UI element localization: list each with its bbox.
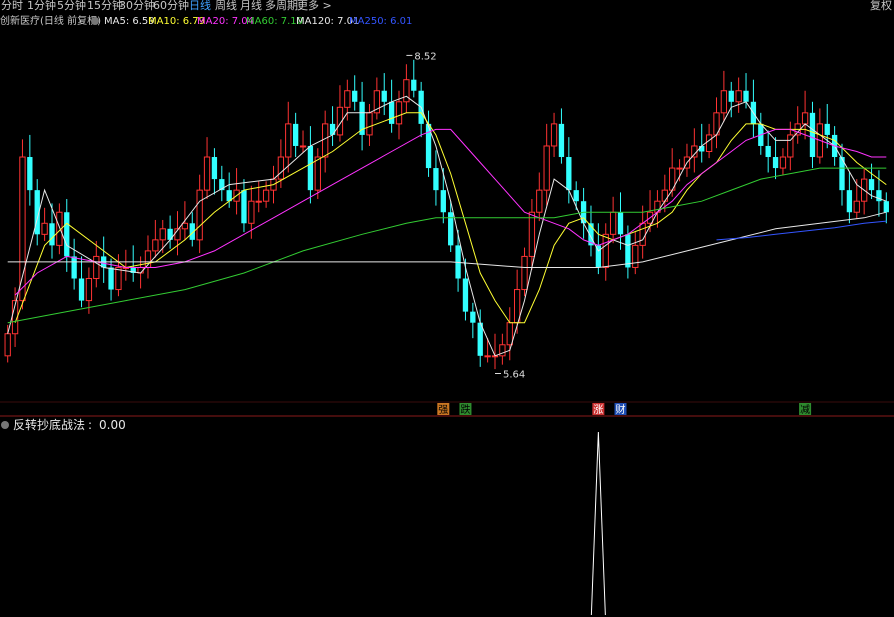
candle-body [292,123,299,146]
candle-body [71,256,77,279]
signal-label: 减 [800,404,810,416]
candle-body [19,156,26,302]
candle-body [801,112,809,125]
candle-body [462,278,469,312]
candle-body [484,355,491,358]
candle-body [108,267,114,290]
candle-body [625,234,631,268]
candle-body [632,244,639,268]
candle-body [743,90,749,102]
candle-body [329,123,336,135]
candle-body [676,167,683,170]
candle-body [78,278,85,301]
candle-body [595,245,602,268]
ma-line-ma5 [7,95,887,357]
candle-body [27,157,33,191]
candle-body [85,278,93,302]
candle-body [255,200,262,203]
candle-body [705,134,713,152]
candle-body [617,212,624,235]
candle-body [285,123,292,158]
candle-body [602,233,609,268]
kline-chart: 8.52 5.64 强跌 涨 财 减 [0,51,894,616]
candle-body [543,145,550,191]
candle-body [241,190,247,224]
indicator-spike [590,431,606,616]
candle-body [558,123,565,158]
candle-body [440,190,446,213]
indicator-title: 反转抄底战法 [13,418,86,432]
signal-label: 跌 [460,403,470,416]
candle-body [521,255,528,291]
candle-body [809,112,816,158]
indicator-settings-icon[interactable] [1,421,9,429]
candle-body [262,189,270,202]
candle-body [824,123,830,135]
ma-line-ma60 [7,167,887,324]
candle-body [381,90,387,102]
indicator-header: 反转抄底战法 : 0.00 [0,418,894,432]
signal-label: 强 [438,404,448,416]
candle-body [550,123,558,147]
low-label: 5.64 [503,369,525,380]
candle-body [728,90,734,102]
indicator-value: 0.00 [99,418,126,432]
candle-body [307,145,314,191]
candle-body [403,79,410,103]
candle-body [506,322,513,346]
candle-body [159,228,166,241]
candle-body [609,211,617,235]
candle-body [661,189,668,202]
candle-body [735,90,742,103]
candle-body [277,156,285,180]
candle-body [536,189,543,213]
candle-body [115,266,122,291]
indicator-colon: : [88,418,93,432]
candle-body [411,79,417,91]
signal-label: 涨 [593,404,603,416]
candle-body [566,157,572,191]
candle-body [765,145,771,158]
candle-body [772,157,779,169]
candle-body [203,156,211,191]
candle-body [152,239,159,252]
candle-body [573,190,579,202]
candle-body [388,101,395,124]
candle-body [470,311,476,323]
candle-body [883,201,889,213]
candle-body [41,222,48,235]
candle-body [395,101,403,125]
high-label: 8.52 [414,51,436,62]
candle-body [344,90,351,108]
candle-body [779,156,787,169]
candle-body [322,123,329,158]
signal-label: 财 [616,403,626,416]
candle-body [352,90,358,102]
candle-body [211,157,218,180]
candle-body [448,212,454,246]
candle-body [639,222,646,246]
candle-body [93,255,100,280]
candle-body [196,189,203,241]
candle-body [853,200,860,213]
candle-body [248,200,255,224]
candle-body [366,112,373,136]
candle-body [181,222,189,230]
candle-body [4,333,11,357]
candle-body [433,168,439,191]
candle-body [49,223,55,246]
candle-body [314,156,321,191]
candle-body [868,179,875,191]
candle-body [528,211,536,257]
candle-body [299,145,307,148]
candle-body [64,212,70,257]
candle-body [846,190,853,213]
ma-line-ma120 [7,211,887,268]
candle-body [720,90,728,114]
